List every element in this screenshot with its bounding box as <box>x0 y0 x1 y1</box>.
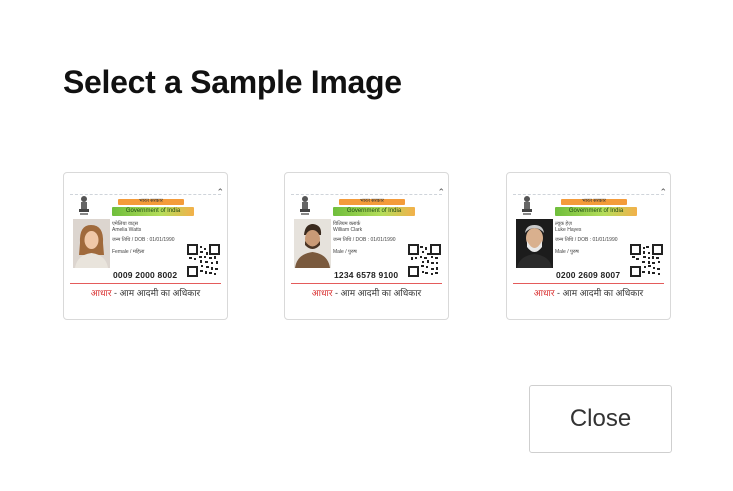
close-button[interactable]: Close <box>529 385 672 453</box>
holder-dob: जन्म तिथि / DOB : 01/01/1990 <box>555 237 618 243</box>
holder-photo <box>73 219 110 268</box>
national-emblem-icon <box>78 194 90 216</box>
card-corner-icon: ⌃ <box>437 187 445 197</box>
holder-name-english: Amelia Watts <box>112 227 142 233</box>
govt-hindi-label: भारत सरकार <box>582 198 606 204</box>
sample-image-card-2[interactable]: ⌃ भारत सरकार Government of India विलियम … <box>284 172 449 320</box>
holder-dob: जन्म तिथि / DOB : 01/01/1990 <box>112 237 175 243</box>
sample-image-card-3[interactable]: ⌃ भारत सरकार Government of India ल्यूक ह… <box>506 172 671 320</box>
govt-band-green: Government of India <box>333 207 415 216</box>
card-dashed-divider <box>513 194 664 195</box>
tagline-aadhaar: आधार <box>533 288 555 298</box>
aadhaar-number: 1234 6578 9100 <box>334 270 399 280</box>
card-corner-icon: ⌃ <box>216 187 224 197</box>
holder-name-english: Luke Hayes <box>555 227 582 233</box>
govt-band-saffron: भारत सरकार <box>118 198 184 205</box>
holder-gender: Male / पुरुष <box>333 249 357 255</box>
govt-hindi-label: भारत सरकार <box>139 198 163 204</box>
sample-image-dialog: Select a Sample Image ⌃ भारत सरकार Gover… <box>0 0 733 491</box>
tagline-aadhaar: आधार <box>311 288 333 298</box>
govt-band-green: Government of India <box>555 207 637 216</box>
aadhaar-number: 0009 2000 8002 <box>113 270 178 280</box>
aadhaar-number: 0200 2609 8007 <box>556 270 621 280</box>
govt-english-label: Government of India <box>568 208 624 214</box>
tagline-aadhaar: आधार <box>90 288 112 298</box>
card-dashed-divider <box>70 194 221 195</box>
holder-photo <box>294 219 331 268</box>
card-red-divider <box>291 283 442 284</box>
qr-code-icon <box>630 244 663 277</box>
qr-code-icon <box>187 244 220 277</box>
dialog-title: Select a Sample Image <box>63 64 402 100</box>
sample-image-card-1[interactable]: ⌃ भारत सरकार Government of India एमेलिया… <box>63 172 228 320</box>
holder-dob: जन्म तिथि / DOB : 01/01/1990 <box>333 237 396 243</box>
govt-band-green: Government of India <box>112 207 194 216</box>
tagline-text: - आम आदमी का अधिकार <box>554 288 644 298</box>
govt-hindi-label: भारत सरकार <box>360 198 384 204</box>
card-tagline: आधार - आम आदमी का अधिकार <box>507 286 670 299</box>
govt-english-label: Government of India <box>346 208 402 214</box>
qr-code-icon <box>408 244 441 277</box>
govt-english-label: Government of India <box>125 208 181 214</box>
govt-band-saffron: भारत सरकार <box>339 198 405 205</box>
card-red-divider <box>513 283 664 284</box>
card-red-divider <box>70 283 221 284</box>
national-emblem-icon <box>521 194 533 216</box>
holder-name-english: William Clark <box>333 227 363 233</box>
card-tagline: आधार - आम आदमी का अधिकार <box>285 286 448 299</box>
holder-photo <box>516 219 553 268</box>
govt-band-saffron: भारत सरकार <box>561 198 627 205</box>
tagline-text: - आम आदमी का अधिकार <box>111 288 201 298</box>
holder-gender: Male / पुरुष <box>555 249 579 255</box>
card-dashed-divider <box>291 194 442 195</box>
tagline-text: - आम आदमी का अधिकार <box>332 288 422 298</box>
card-corner-icon: ⌃ <box>659 187 667 197</box>
card-tagline: आधार - आम आदमी का अधिकार <box>64 286 227 299</box>
holder-gender: Female / महिला <box>112 249 145 255</box>
national-emblem-icon <box>299 194 311 216</box>
